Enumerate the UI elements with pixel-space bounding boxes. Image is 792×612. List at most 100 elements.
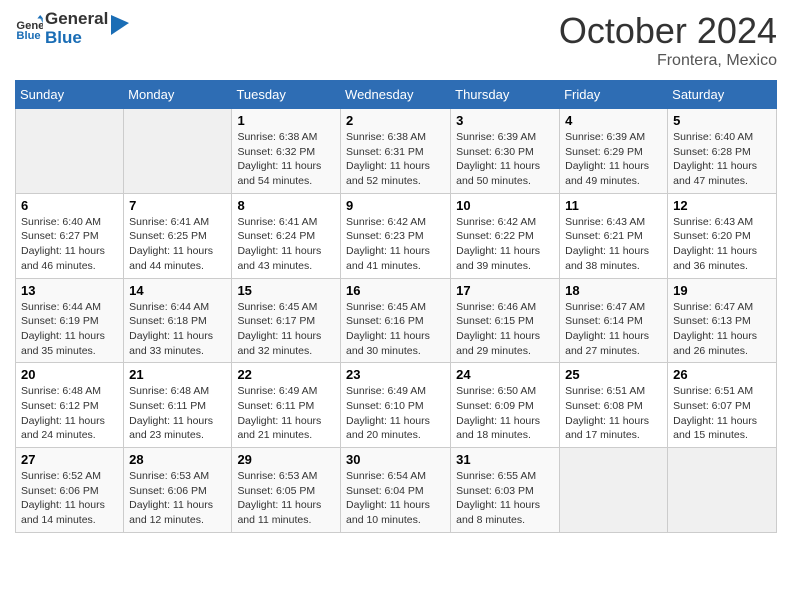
day-number: 3 <box>456 113 554 128</box>
day-header-saturday: Saturday <box>668 81 777 109</box>
page-header: General Blue General Blue October 2024 F… <box>15 10 777 70</box>
day-number: 15 <box>237 283 335 298</box>
calendar-cell: 28 Sunrise: 6:53 AM Sunset: 6:06 PM Dayli… <box>124 448 232 533</box>
day-header-friday: Friday <box>560 81 668 109</box>
calendar-cell: 17Sunrise: 6:46 AM Sunset: 6:15 PM Dayli… <box>451 278 560 363</box>
day-info: Sunrise: 6:54 AM Sunset: 6:04 PM Dayligh… <box>346 469 445 528</box>
day-info: Sunrise: 6:50 AM Sunset: 6:09 PM Dayligh… <box>456 384 554 443</box>
day-number: 24 <box>456 367 554 382</box>
calendar-cell: 27 Sunrise: 6:52 AM Sunset: 6:06 PM Dayli… <box>16 448 124 533</box>
day-info: Sunrise: 6:39 AM Sunset: 6:29 PM Dayligh… <box>565 130 662 189</box>
title-block: October 2024 Frontera, Mexico <box>559 10 777 70</box>
day-number: 5 <box>673 113 771 128</box>
calendar-cell: 19 Sunrise: 6:47 AM Sunset: 6:13 PM Dayli… <box>668 278 777 363</box>
calendar-cell <box>16 109 124 194</box>
location: Frontera, Mexico <box>559 52 777 70</box>
day-number: 19 <box>673 283 771 298</box>
day-info: Sunrise: 6:53 AM Sunset: 6:05 PM Dayligh… <box>237 469 335 528</box>
logo: General Blue General Blue <box>15 10 129 47</box>
day-info: Sunrise: 6:47 AM Sunset: 6:14 PM Dayligh… <box>565 300 662 359</box>
day-info: Sunrise: 6:47 AM Sunset: 6:13 PM Dayligh… <box>673 300 771 359</box>
day-header-monday: Monday <box>124 81 232 109</box>
day-info: Sunrise: 6:43 AM Sunset: 6:21 PM Dayligh… <box>565 215 662 274</box>
calendar-table: SundayMondayTuesdayWednesdayThursdayFrid… <box>15 80 777 533</box>
calendar-cell: 29 Sunrise: 6:53 AM Sunset: 6:05 PM Dayli… <box>232 448 341 533</box>
day-number: 9 <box>346 198 445 213</box>
calendar-cell: 4Sunrise: 6:39 AM Sunset: 6:29 PM Daylig… <box>560 109 668 194</box>
calendar-cell: 3 Sunrise: 6:39 AM Sunset: 6:30 PM Daylig… <box>451 109 560 194</box>
week-row-4: 20 Sunrise: 6:48 AM Sunset: 6:12 PM Dayli… <box>16 363 777 448</box>
day-info: Sunrise: 6:48 AM Sunset: 6:11 PM Dayligh… <box>129 384 226 443</box>
calendar-cell: 2 Sunrise: 6:38 AM Sunset: 6:31 PM Daylig… <box>341 109 451 194</box>
day-number: 1 <box>237 113 335 128</box>
calendar-cell: 30Sunrise: 6:54 AM Sunset: 6:04 PM Dayli… <box>341 448 451 533</box>
calendar-cell <box>560 448 668 533</box>
logo-blue: Blue <box>45 29 108 48</box>
week-row-5: 27 Sunrise: 6:52 AM Sunset: 6:06 PM Dayli… <box>16 448 777 533</box>
day-number: 13 <box>21 283 118 298</box>
calendar-cell: 5 Sunrise: 6:40 AM Sunset: 6:28 PM Daylig… <box>668 109 777 194</box>
day-number: 18 <box>565 283 662 298</box>
calendar-cell: 13 Sunrise: 6:44 AM Sunset: 6:19 PM Dayli… <box>16 278 124 363</box>
day-number: 20 <box>21 367 118 382</box>
day-info: Sunrise: 6:41 AM Sunset: 6:25 PM Dayligh… <box>129 215 226 274</box>
month-title: October 2024 <box>559 10 777 52</box>
calendar-cell: 31 Sunrise: 6:55 AM Sunset: 6:03 PM Dayli… <box>451 448 560 533</box>
day-info: Sunrise: 6:40 AM Sunset: 6:27 PM Dayligh… <box>21 215 118 274</box>
day-header-sunday: Sunday <box>16 81 124 109</box>
day-info: Sunrise: 6:51 AM Sunset: 6:07 PM Dayligh… <box>673 384 771 443</box>
day-number: 8 <box>237 198 335 213</box>
logo-icon: General Blue <box>15 15 43 43</box>
day-header-wednesday: Wednesday <box>341 81 451 109</box>
day-number: 22 <box>237 367 335 382</box>
calendar-cell: 15 Sunrise: 6:45 AM Sunset: 6:17 PM Dayli… <box>232 278 341 363</box>
day-number: 29 <box>237 452 335 467</box>
day-info: Sunrise: 6:38 AM Sunset: 6:32 PM Dayligh… <box>237 130 335 189</box>
calendar-cell: 9Sunrise: 6:42 AM Sunset: 6:23 PM Daylig… <box>341 193 451 278</box>
day-info: Sunrise: 6:52 AM Sunset: 6:06 PM Dayligh… <box>21 469 118 528</box>
day-number: 6 <box>21 198 118 213</box>
calendar-cell: 16 Sunrise: 6:45 AM Sunset: 6:16 PM Dayli… <box>341 278 451 363</box>
day-info: Sunrise: 6:43 AM Sunset: 6:20 PM Dayligh… <box>673 215 771 274</box>
day-info: Sunrise: 6:55 AM Sunset: 6:03 PM Dayligh… <box>456 469 554 528</box>
day-info: Sunrise: 6:39 AM Sunset: 6:30 PM Dayligh… <box>456 130 554 189</box>
day-info: Sunrise: 6:48 AM Sunset: 6:12 PM Dayligh… <box>21 384 118 443</box>
calendar-cell: 7Sunrise: 6:41 AM Sunset: 6:25 PM Daylig… <box>124 193 232 278</box>
day-info: Sunrise: 6:53 AM Sunset: 6:06 PM Dayligh… <box>129 469 226 528</box>
day-header-thursday: Thursday <box>451 81 560 109</box>
day-number: 2 <box>346 113 445 128</box>
day-number: 21 <box>129 367 226 382</box>
calendar-cell: 6 Sunrise: 6:40 AM Sunset: 6:27 PM Daylig… <box>16 193 124 278</box>
day-info: Sunrise: 6:46 AM Sunset: 6:15 PM Dayligh… <box>456 300 554 359</box>
day-info: Sunrise: 6:44 AM Sunset: 6:19 PM Dayligh… <box>21 300 118 359</box>
calendar-cell <box>668 448 777 533</box>
day-info: Sunrise: 6:42 AM Sunset: 6:22 PM Dayligh… <box>456 215 554 274</box>
week-row-2: 6 Sunrise: 6:40 AM Sunset: 6:27 PM Daylig… <box>16 193 777 278</box>
day-number: 31 <box>456 452 554 467</box>
day-number: 10 <box>456 198 554 213</box>
day-info: Sunrise: 6:40 AM Sunset: 6:28 PM Dayligh… <box>673 130 771 189</box>
week-row-3: 13 Sunrise: 6:44 AM Sunset: 6:19 PM Dayli… <box>16 278 777 363</box>
day-info: Sunrise: 6:49 AM Sunset: 6:11 PM Dayligh… <box>237 384 335 443</box>
calendar-cell: 10 Sunrise: 6:42 AM Sunset: 6:22 PM Dayli… <box>451 193 560 278</box>
day-number: 23 <box>346 367 445 382</box>
day-number: 27 <box>21 452 118 467</box>
calendar-header-row: SundayMondayTuesdayWednesdayThursdayFrid… <box>16 81 777 109</box>
calendar-cell: 18 Sunrise: 6:47 AM Sunset: 6:14 PM Dayli… <box>560 278 668 363</box>
calendar-cell: 25 Sunrise: 6:51 AM Sunset: 6:08 PM Dayli… <box>560 363 668 448</box>
day-info: Sunrise: 6:45 AM Sunset: 6:16 PM Dayligh… <box>346 300 445 359</box>
day-number: 26 <box>673 367 771 382</box>
calendar-cell: 24 Sunrise: 6:50 AM Sunset: 6:09 PM Dayli… <box>451 363 560 448</box>
day-info: Sunrise: 6:51 AM Sunset: 6:08 PM Dayligh… <box>565 384 662 443</box>
day-info: Sunrise: 6:38 AM Sunset: 6:31 PM Dayligh… <box>346 130 445 189</box>
day-number: 16 <box>346 283 445 298</box>
day-info: Sunrise: 6:49 AM Sunset: 6:10 PM Dayligh… <box>346 384 445 443</box>
logo-triangle-icon <box>111 15 129 35</box>
day-number: 25 <box>565 367 662 382</box>
day-info: Sunrise: 6:41 AM Sunset: 6:24 PM Dayligh… <box>237 215 335 274</box>
day-info: Sunrise: 6:45 AM Sunset: 6:17 PM Dayligh… <box>237 300 335 359</box>
day-number: 28 <box>129 452 226 467</box>
calendar-cell: 26 Sunrise: 6:51 AM Sunset: 6:07 PM Dayli… <box>668 363 777 448</box>
day-number: 14 <box>129 283 226 298</box>
week-row-1: 1 Sunrise: 6:38 AM Sunset: 6:32 PM Daylig… <box>16 109 777 194</box>
